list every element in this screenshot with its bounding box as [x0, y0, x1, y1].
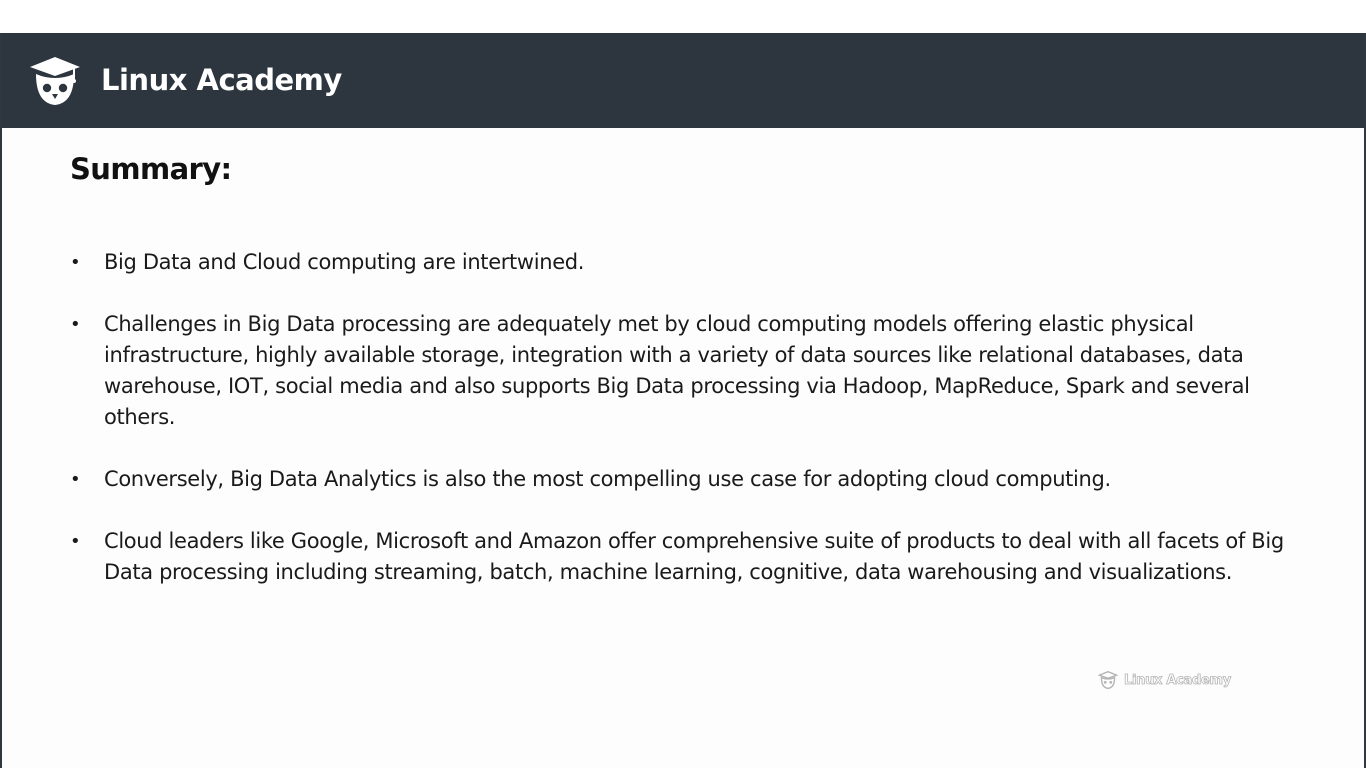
- bullet-marker: •: [70, 252, 81, 273]
- header-bar: Linux Academy: [2, 33, 1364, 128]
- bullet-text: Cloud leaders like Google, Microsoft and…: [104, 529, 1284, 584]
- bullet-list: • Big Data and Cloud computing are inter…: [70, 247, 1290, 619]
- bullet-item: • Cloud leaders like Google, Microsoft a…: [70, 526, 1290, 588]
- bullet-text: Challenges in Big Data processing are ad…: [104, 312, 1250, 429]
- bullet-item: • Challenges in Big Data processing are …: [70, 309, 1290, 433]
- watermark: Linux Academy: [1098, 668, 1232, 692]
- top-margin-strip: [0, 0, 1366, 33]
- bullet-text: Big Data and Cloud computing are intertw…: [104, 250, 585, 274]
- bullet-marker: •: [70, 469, 81, 490]
- bullet-item: • Conversely, Big Data Analytics is also…: [70, 464, 1290, 495]
- bullet-marker: •: [70, 314, 81, 335]
- presentation-slide: Linux Academy Summary: • Big Data and Cl…: [0, 33, 1366, 768]
- slide-title: Summary:: [70, 152, 232, 186]
- brand-name: Linux Academy: [101, 63, 342, 97]
- watermark-text: Linux Academy: [1124, 672, 1232, 688]
- owl-graduation-cap-icon: [30, 57, 80, 105]
- bullet-text: Conversely, Big Data Analytics is also t…: [104, 467, 1111, 491]
- bullet-item: • Big Data and Cloud computing are inter…: [70, 247, 1290, 278]
- bullet-marker: •: [70, 531, 81, 552]
- owl-logo-icon: [1098, 671, 1118, 689]
